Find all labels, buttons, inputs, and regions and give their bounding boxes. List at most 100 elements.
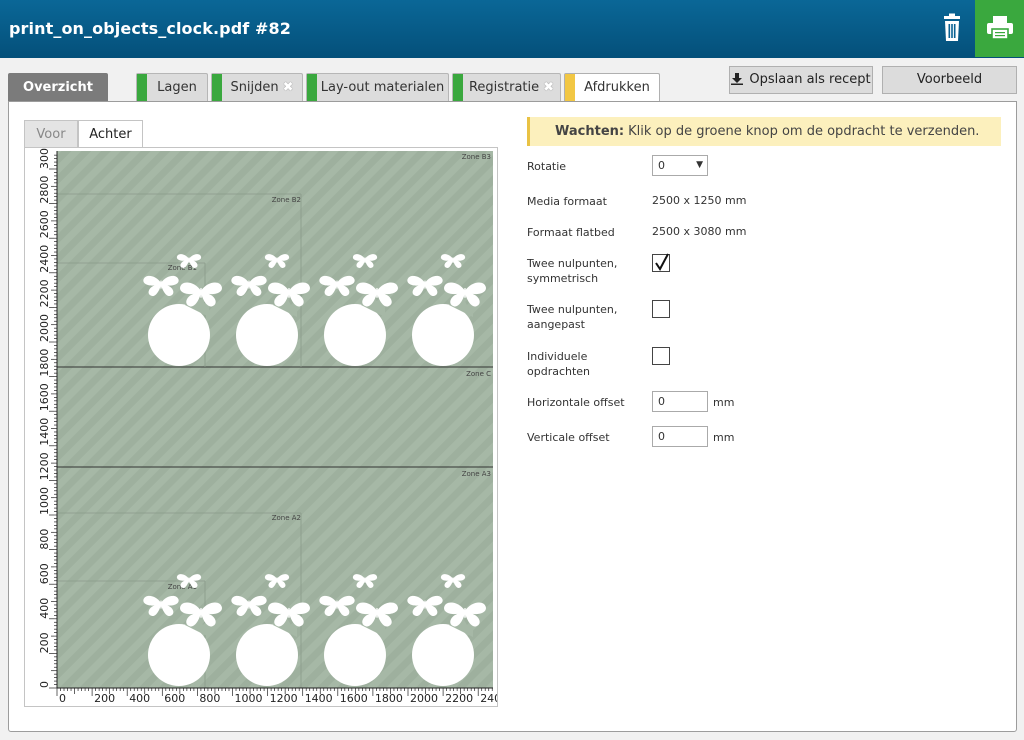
- close-icon[interactable]: ✖: [543, 80, 554, 95]
- tab-achter[interactable]: Achter: [78, 120, 143, 149]
- preview-canvas: Zone B3 Zone B2 Zone B1 Zone C Zone A3 Z…: [38, 148, 497, 705]
- tab-label: Lagen: [157, 80, 197, 95]
- ruler-label: 0: [38, 681, 51, 688]
- ruler-label: 1400: [38, 418, 51, 446]
- ruler-label: 1000: [38, 487, 51, 515]
- ruler-label: 1000: [235, 692, 263, 705]
- horizontal-offset-input[interactable]: [652, 391, 708, 412]
- two-zeros-custom-label: Twee nulpunten, aangepast: [527, 302, 617, 332]
- warning-text: Klik op de groene knop om de opdracht te…: [628, 124, 980, 139]
- ruler-label: 0: [59, 692, 66, 705]
- tab-label: Afdrukken: [584, 80, 650, 95]
- label-line: Twee nulpunten,: [527, 257, 618, 270]
- ruler-label: 1200: [270, 692, 298, 705]
- tab-status-stripe: [137, 74, 147, 101]
- two-zeros-symmetric-label: Twee nulpunten, symmetrisch: [527, 256, 617, 286]
- print-preview[interactable]: Zone B3 Zone B2 Zone B1 Zone C Zone A3 Z…: [24, 147, 498, 707]
- ruler-label: 1600: [340, 692, 368, 705]
- save-recipe-button[interactable]: Opslaan als recept: [729, 66, 873, 94]
- two-zeros-symmetric-checkbox[interactable]: [652, 253, 670, 272]
- two-zeros-custom-checkbox[interactable]: [652, 300, 670, 318]
- horizontal-offset-label: Horizontale offset: [527, 396, 625, 409]
- flatbed-format-value: 2500 x 3080 mm: [652, 225, 747, 238]
- ruler-label: 1800: [375, 692, 403, 705]
- tab-status-stripe: [212, 74, 222, 101]
- rotation-label: Rotatie: [527, 160, 567, 173]
- tab-label: Lay-out materialen: [320, 80, 445, 95]
- save-recipe-label: Opslaan als recept: [749, 72, 871, 87]
- tab-lagen[interactable]: Lagen: [136, 73, 208, 101]
- tab-overzicht[interactable]: Overzicht: [8, 73, 108, 101]
- ruler-label: 2600: [38, 210, 51, 238]
- label-line: Twee nulpunten,: [527, 303, 618, 316]
- close-icon[interactable]: ✖: [283, 80, 294, 95]
- rotation-value: 0: [658, 159, 665, 172]
- ruler-label: 2200: [38, 279, 51, 307]
- printer-icon: [987, 16, 1013, 40]
- ruler-label: 200: [94, 692, 115, 705]
- preview-label: Voorbeeld: [916, 72, 983, 87]
- vertical-offset-input[interactable]: [652, 426, 708, 447]
- tab-registratie[interactable]: Registratie ✖: [452, 73, 561, 101]
- zone-label: Zone A2: [272, 514, 301, 522]
- flatbed-format-label: Formaat flatbed: [527, 226, 615, 239]
- tab-status-stripe: [565, 74, 575, 103]
- ruler-label: 600: [38, 563, 51, 584]
- zone-label: Zone C: [466, 370, 491, 378]
- ruler-label: 1800: [38, 349, 51, 377]
- zone-label: Zone B3: [462, 153, 491, 161]
- ruler-label: 2400: [38, 245, 51, 273]
- individual-jobs-checkbox[interactable]: [652, 347, 670, 365]
- ruler-label: 600: [164, 692, 185, 705]
- download-icon: [731, 73, 744, 85]
- zone-label: Zone A3: [462, 470, 491, 478]
- horizontal-ruler: 0 200 400 600 800 1000 1200 1400 1600 1800 2000 220…: [56, 688, 497, 705]
- print-button[interactable]: [975, 0, 1024, 57]
- vertical-offset-label: Verticale offset: [527, 431, 610, 444]
- label-line: opdrachten: [527, 365, 591, 378]
- tab-label: Overzicht: [23, 80, 93, 95]
- tab-status-stripe: [307, 74, 317, 101]
- zone-label: Zone B2: [272, 196, 301, 204]
- warning-title: Wachten:: [555, 124, 625, 139]
- label-line: symmetrisch: [527, 272, 599, 285]
- ruler-label: 2800: [38, 176, 51, 204]
- individual-jobs-label: Individuele opdrachten: [527, 349, 590, 379]
- ruler-label: 3000: [38, 148, 51, 169]
- ruler-label: 1200: [38, 452, 51, 480]
- tab-status-stripe: [453, 74, 463, 101]
- label-line: aangepast: [527, 318, 585, 331]
- tab-label: Snijden: [230, 80, 279, 95]
- ruler-label: 2000: [38, 314, 51, 342]
- window-title: print_on_objects_clock.pdf #82: [9, 19, 291, 38]
- ruler-label: 400: [38, 598, 51, 619]
- vertical-offset-unit: mm: [713, 431, 735, 444]
- app-header: print_on_objects_clock.pdf #82: [0, 0, 1024, 58]
- ruler-label: 2200: [445, 692, 473, 705]
- ruler-label: 400: [129, 692, 150, 705]
- caret-down-icon: ▼: [696, 160, 703, 170]
- tab-afdrukken[interactable]: Afdrukken: [564, 73, 660, 103]
- vertical-ruler: 0 200 400 600 800 1000 1200 1400 1600 1800 2000 220…: [38, 148, 57, 689]
- rotation-select[interactable]: 0 ▼: [652, 155, 708, 176]
- ruler-label: 800: [199, 692, 220, 705]
- trash-icon[interactable]: [936, 12, 968, 44]
- tab-snijden[interactable]: Snijden ✖: [211, 73, 303, 101]
- ruler-label: 1600: [38, 383, 51, 411]
- tab-voor-label: Voor: [36, 127, 66, 142]
- tab-voor[interactable]: Voor: [24, 120, 78, 148]
- tab-achter-label: Achter: [89, 127, 132, 142]
- tab-label: Registratie: [468, 80, 540, 95]
- status-warning: Wachten: Klik op de groene knop om de opd…: [527, 117, 1001, 146]
- checkmark-icon: [655, 253, 669, 271]
- ruler-label: 200: [38, 632, 51, 653]
- label-line: Individuele: [527, 350, 588, 363]
- media-format-value: 2500 x 1250 mm: [652, 194, 747, 207]
- preview-button[interactable]: Voorbeeld: [882, 66, 1017, 94]
- tab-layout-materialen[interactable]: Lay-out materialen: [306, 73, 449, 101]
- ruler-label: 240: [480, 692, 497, 705]
- ruler-label: 2000: [410, 692, 438, 705]
- media-format-label: Media formaat: [527, 195, 607, 208]
- horizontal-offset-unit: mm: [713, 396, 735, 409]
- ruler-label: 1400: [305, 692, 333, 705]
